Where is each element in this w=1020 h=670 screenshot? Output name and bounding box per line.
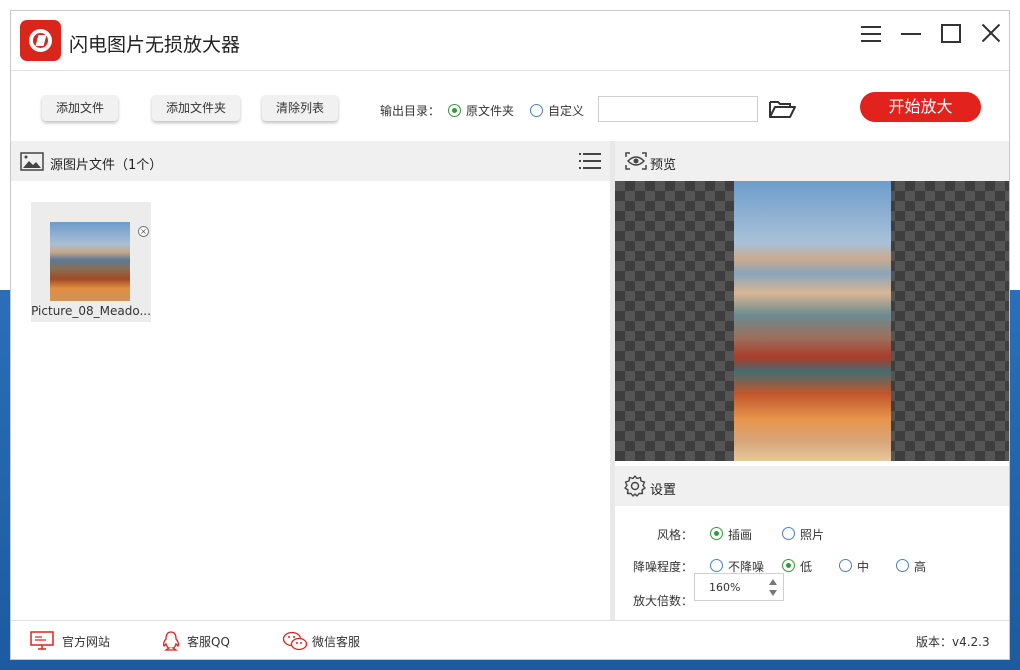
clear-list-button[interactable]: 清除列表 — [262, 95, 339, 121]
settings-header: 设置 — [615, 466, 1009, 506]
title-bar: 闪电图片无损放大器 — [11, 11, 1009, 71]
image-icon — [20, 152, 44, 171]
settings-title: 设置 — [650, 483, 677, 498]
output-path-input[interactable] — [598, 96, 758, 122]
file-thumbnail-image — [50, 222, 130, 301]
noise-high-radio[interactable] — [896, 559, 909, 572]
style-photo-label: 照片 — [800, 528, 825, 542]
noise-medium-label: 中 — [857, 560, 870, 574]
noise-label: 降噪程度： — [633, 560, 694, 574]
style-photo-radio[interactable] — [782, 527, 795, 540]
source-list-title: 源图片文件（1个） — [50, 158, 163, 173]
wechat-icon — [282, 631, 308, 651]
noise-low-radio[interactable] — [782, 559, 795, 572]
original-folder-label: 原文件夹 — [466, 104, 515, 118]
support-wechat-link[interactable]: 微信客服 — [282, 631, 372, 651]
menu-icon[interactable] — [858, 21, 884, 47]
app-title: 闪电图片无损放大器 — [69, 34, 241, 56]
app-logo-icon — [20, 20, 61, 61]
scale-value: 160% — [709, 581, 741, 594]
file-name: Picture_08_Meado... — [31, 304, 151, 318]
stepper-down-icon[interactable] — [769, 590, 777, 596]
preview-image — [734, 181, 891, 461]
custom-folder-label: 自定义 — [548, 104, 585, 118]
stepper-up-icon[interactable] — [769, 579, 777, 585]
eye-icon — [625, 152, 647, 170]
preview-title: 预览 — [650, 158, 677, 173]
noise-medium-radio[interactable] — [839, 559, 852, 572]
style-illustration-radio[interactable] — [710, 527, 723, 540]
output-dir-label: 输出目录： — [380, 104, 441, 118]
support-qq-label: 客服QQ — [187, 635, 230, 649]
folder-open-icon[interactable] — [768, 98, 796, 120]
app-window: 闪电图片无损放大器 添加文件 添加文件夹 清除列表 输出目录： 原文件夹 自定义… — [10, 10, 1010, 660]
support-wechat-label: 微信客服 — [312, 635, 361, 649]
version-text: 版本：v4.2.3 — [916, 635, 990, 649]
support-qq-link[interactable]: 客服QQ — [161, 631, 246, 651]
footer: 官方网站 客服QQ 微信客服 版本：v4.2.3 — [11, 620, 1009, 659]
scale-label: 放大倍数： — [633, 594, 694, 608]
close-icon[interactable] — [978, 21, 1004, 47]
style-label: 风格： — [657, 528, 694, 542]
style-illustration-label: 插画 — [728, 528, 753, 542]
maximize-icon[interactable] — [938, 21, 964, 47]
noise-low-label: 低 — [800, 560, 813, 574]
monitor-icon — [30, 631, 54, 650]
remove-file-icon[interactable]: × — [138, 226, 149, 237]
source-list-header: 源图片文件（1个） — [11, 141, 610, 181]
list-view-icon[interactable] — [579, 150, 601, 172]
custom-folder-radio[interactable] — [530, 104, 543, 117]
preview-canvas — [615, 181, 1009, 461]
noise-high-label: 高 — [914, 560, 927, 574]
qq-icon — [162, 631, 180, 651]
add-file-button[interactable]: 添加文件 — [42, 95, 119, 121]
file-thumbnail-card[interactable]: × Picture_08_Meado... — [31, 202, 151, 322]
original-folder-radio[interactable] — [448, 104, 461, 117]
scale-stepper[interactable]: 160% — [694, 573, 784, 601]
preview-header: 预览 — [615, 141, 1009, 181]
add-folder-button[interactable]: 添加文件夹 — [152, 95, 241, 121]
minimize-icon[interactable] — [898, 21, 924, 47]
start-enlarge-button[interactable]: 开始放大 — [860, 92, 981, 122]
gear-icon — [624, 475, 646, 497]
official-website-label: 官方网站 — [62, 635, 111, 649]
official-website-link[interactable]: 官方网站 — [30, 631, 120, 651]
noise-none-radio[interactable] — [710, 559, 723, 572]
toolbar: 添加文件 添加文件夹 清除列表 输出目录： 原文件夹 自定义 开始放大 — [11, 72, 1009, 140]
